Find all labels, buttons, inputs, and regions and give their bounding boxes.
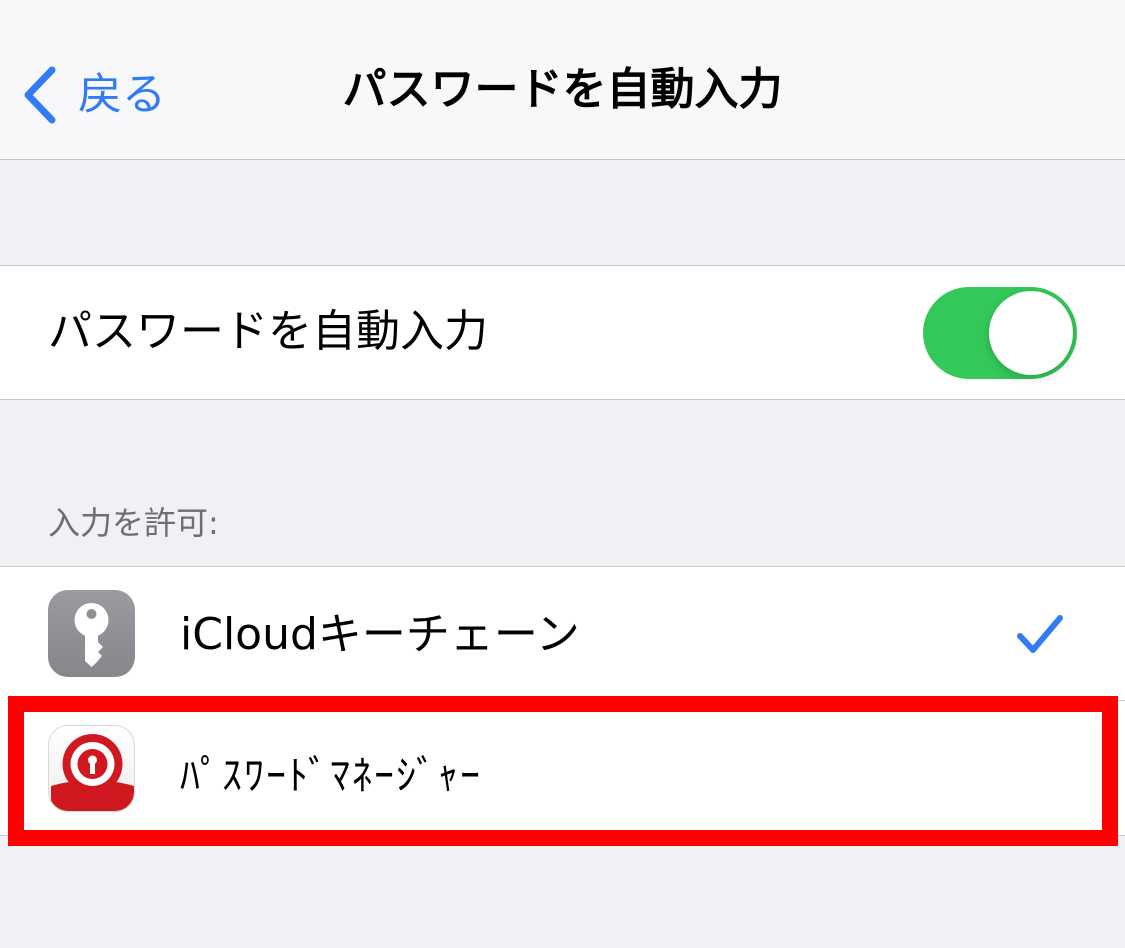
highlight-box — [8, 696, 1118, 846]
checkmark-icon — [1017, 615, 1063, 653]
autofill-label: パスワードを自動入力 — [48, 306, 488, 357]
icloud-keychain-label: iCloudキーチェーン — [180, 609, 580, 660]
key-icon — [48, 590, 135, 677]
list-item-icloud-keychain[interactable]: iCloudキーチェーン — [0, 567, 1125, 701]
navigation-bar: 戻る パスワードを自動入力 — [0, 0, 1125, 160]
autofill-toggle[interactable] — [923, 287, 1077, 379]
toggle-knob — [989, 291, 1073, 375]
page-title: パスワードを自動入力 — [342, 64, 783, 115]
allow-section-header: 入力を許可: — [48, 504, 219, 542]
